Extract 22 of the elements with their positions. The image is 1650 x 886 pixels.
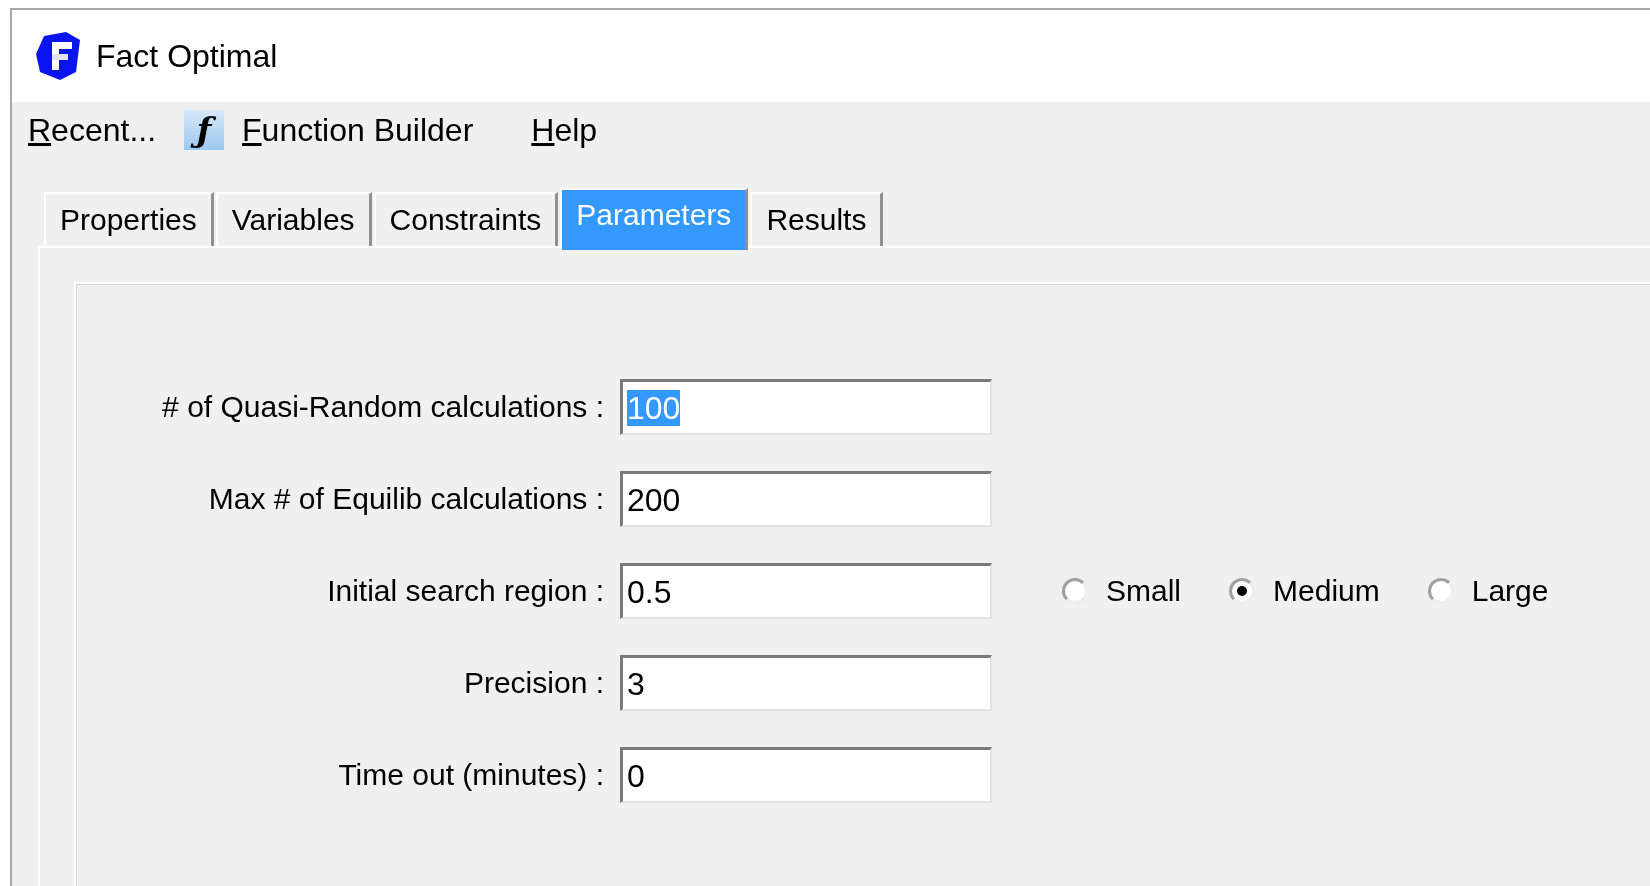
input-field[interactable]: 200 bbox=[620, 471, 992, 527]
field-label: Time out (minutes) : bbox=[337, 758, 604, 792]
field-label: Max # of Equilib calculations : bbox=[207, 482, 604, 516]
input-field[interactable]: 0.5 bbox=[620, 563, 992, 619]
field-label: Precision : bbox=[462, 666, 604, 700]
tab[interactable]: Properties bbox=[44, 192, 214, 246]
radio-label[interactable]: Large bbox=[1471, 574, 1549, 608]
menu-item[interactable]: Recent... bbox=[28, 111, 157, 149]
menu-item[interactable]: Function Builder bbox=[242, 111, 474, 149]
input-field[interactable]: 3 bbox=[620, 655, 992, 711]
radio-label[interactable]: Medium bbox=[1273, 574, 1380, 608]
window-title: Fact Optimal bbox=[96, 37, 278, 75]
tab[interactable]: Results bbox=[750, 192, 884, 246]
tab[interactable]: Constraints bbox=[373, 192, 559, 246]
app-logo-icon bbox=[36, 32, 82, 80]
field-label: # of Quasi-Random calculations : bbox=[161, 390, 604, 424]
function-icon[interactable]: ƒ bbox=[184, 110, 225, 150]
radio-label[interactable]: Small bbox=[1106, 574, 1181, 608]
input-field[interactable]: 0 bbox=[620, 747, 992, 803]
menu-item[interactable]: Help bbox=[531, 111, 598, 149]
field-label: Initial search region : bbox=[326, 574, 604, 608]
tab[interactable]: Variables bbox=[215, 192, 372, 246]
